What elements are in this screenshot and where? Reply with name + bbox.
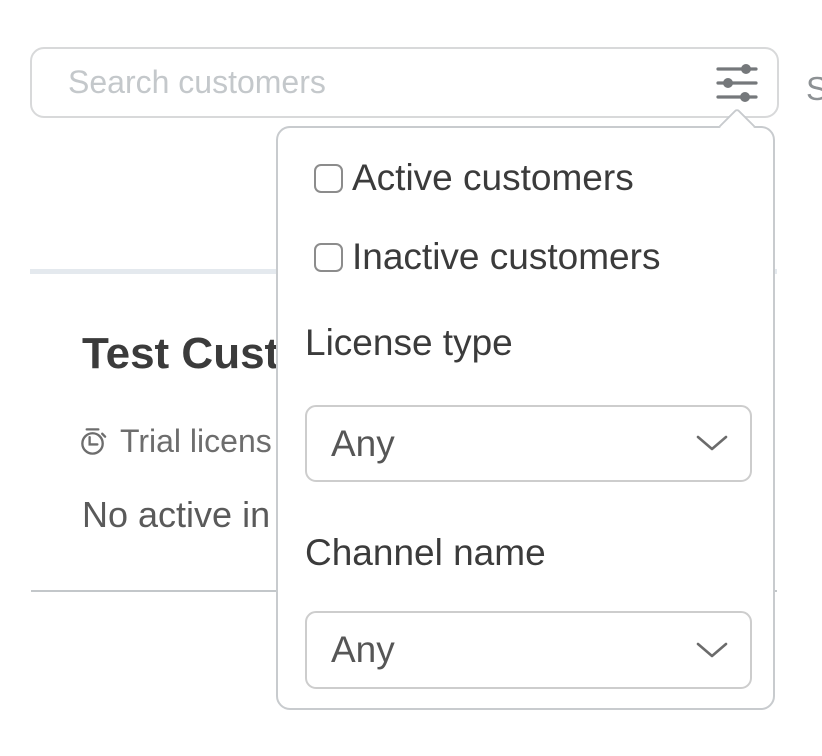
search-input[interactable] bbox=[32, 49, 777, 116]
chevron-down-icon bbox=[696, 642, 728, 659]
channel-name-value: Any bbox=[331, 629, 395, 671]
license-text: Trial licens bbox=[120, 423, 272, 460]
search-bar bbox=[30, 47, 779, 118]
customer-status-text: No active in bbox=[82, 494, 270, 536]
inactive-customers-checkbox[interactable] bbox=[314, 243, 343, 272]
license-type-value: Any bbox=[331, 423, 395, 465]
filter-button[interactable] bbox=[713, 59, 761, 107]
active-customers-checkbox[interactable] bbox=[314, 164, 343, 193]
active-customers-label: Active customers bbox=[352, 158, 634, 198]
customer-title: Test Cust bbox=[82, 330, 279, 378]
active-customers-option[interactable]: Active customers bbox=[314, 158, 634, 198]
right-edge-partial-text: S bbox=[806, 70, 822, 108]
timer-icon bbox=[78, 426, 109, 457]
filter-popover: Active customers Inactive customers Lice… bbox=[276, 126, 775, 710]
sliders-icon bbox=[715, 62, 759, 104]
channel-name-select[interactable]: Any bbox=[305, 611, 752, 689]
channel-name-label: Channel name bbox=[305, 534, 546, 571]
license-type-label: License type bbox=[305, 324, 513, 361]
license-type-select[interactable]: Any bbox=[305, 405, 752, 482]
license-badge: Trial licens bbox=[78, 423, 272, 460]
inactive-customers-label: Inactive customers bbox=[352, 237, 660, 277]
inactive-customers-option[interactable]: Inactive customers bbox=[314, 237, 660, 277]
chevron-down-icon bbox=[696, 435, 728, 452]
